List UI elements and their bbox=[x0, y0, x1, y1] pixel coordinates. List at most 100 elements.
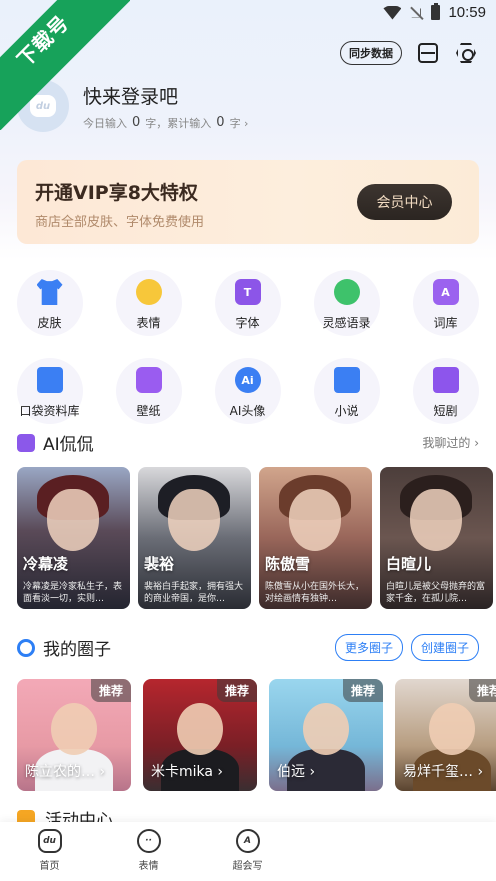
dictionary-icon: A bbox=[432, 279, 459, 305]
feature-label: 小说 bbox=[334, 404, 359, 418]
circle-card[interactable]: 推荐 易烊千玺… › bbox=[395, 679, 496, 791]
feature-skin[interactable]: 皮肤 bbox=[0, 268, 99, 356]
circle-figure bbox=[51, 703, 97, 755]
circle-figure bbox=[303, 703, 349, 755]
circle-figure bbox=[429, 703, 475, 755]
circles-actions: 更多圈子 创建圈子 bbox=[327, 634, 479, 661]
status-time: 10:59 bbox=[448, 4, 486, 21]
circle-name: 伯远 › bbox=[277, 764, 316, 780]
character-desc: 裴裕白手起家，拥有强大的商业帝国，是你… bbox=[144, 582, 244, 604]
short-drama-icon bbox=[432, 367, 459, 393]
sync-data-button[interactable]: 同步数据 bbox=[340, 41, 402, 65]
character-card[interactable]: 陈傲雪 陈傲雪从小在国外长大，对绘画情有独钟… bbox=[259, 467, 372, 609]
character-card[interactable]: 裴裕 裴裕白手起家，拥有强大的商业帝国，是你… bbox=[138, 467, 251, 609]
character-name: 冷幕凌 bbox=[23, 555, 69, 573]
character-portrait bbox=[168, 489, 220, 551]
circles-header: 我的圈子 更多圈子 创建圈子 bbox=[17, 634, 479, 661]
no-signal-icon bbox=[409, 6, 423, 20]
ai-chat-header: AI侃侃 我聊过的 › bbox=[17, 430, 479, 455]
novel-icon bbox=[333, 367, 360, 393]
ai-character-cards: 冷幕凌 冷幕凌是冷家私生子，表面看淡一切，实则… 裴裕 裴裕白手起家，拥有强大的… bbox=[17, 467, 493, 609]
feature-label: AI头像 bbox=[229, 404, 266, 418]
emoji-face-icon: ·· bbox=[136, 829, 161, 853]
tab-home[interactable]: du 首页 bbox=[0, 822, 99, 881]
recommend-badge: 推荐 bbox=[216, 679, 257, 702]
circles-title: 我的圈子 bbox=[43, 640, 111, 660]
recommend-badge: 推荐 bbox=[468, 679, 496, 702]
feature-label: 壁纸 bbox=[136, 404, 161, 418]
feature-grid: 皮肤 表情 T 字体 灵感语录 A 词库 口袋资料库 壁纸 Ai AI头像 小说… bbox=[0, 268, 496, 444]
ribbon-text: 下载号 bbox=[12, 10, 74, 72]
character-portrait bbox=[410, 489, 462, 551]
character-portrait bbox=[47, 489, 99, 551]
circle-card[interactable]: 推荐 米卡mika › bbox=[143, 679, 257, 791]
feature-label: 口袋资料库 bbox=[19, 404, 80, 418]
character-name: 白暄儿 bbox=[386, 555, 432, 573]
character-card[interactable]: 冷幕凌 冷幕凌是冷家私生子，表面看淡一切，实则… bbox=[17, 467, 130, 609]
create-circle-button[interactable]: 创建圈子 bbox=[410, 634, 479, 661]
total-count: 0 bbox=[216, 115, 225, 130]
status-icons: 10:59 bbox=[383, 3, 486, 21]
battery-icon bbox=[431, 3, 441, 20]
circle-card[interactable]: 推荐 陈立农的… › bbox=[17, 679, 131, 791]
circle-card[interactable]: 推荐 伯远 › bbox=[269, 679, 383, 791]
recommend-badge: 推荐 bbox=[342, 679, 383, 702]
ai-chat-icon bbox=[17, 433, 35, 452]
character-name: 陈傲雪 bbox=[265, 555, 311, 573]
quote-chat-icon bbox=[333, 279, 360, 305]
feature-label: 词库 bbox=[433, 316, 458, 330]
member-center-button[interactable]: 会员中心 bbox=[357, 184, 452, 220]
wallpaper-icon bbox=[135, 367, 162, 393]
feature-label: 皮肤 bbox=[37, 316, 62, 330]
character-portrait bbox=[289, 489, 341, 551]
circle-name: 陈立农的… › bbox=[25, 764, 106, 780]
character-card[interactable]: 白暄儿 白暄儿是被父母抛弃的富家千金，在孤儿院… bbox=[380, 467, 493, 609]
character-desc: 陈傲雪从小在国外长大，对绘画情有独钟… bbox=[265, 582, 365, 604]
circle-figure bbox=[177, 703, 223, 755]
feature-label: 表情 bbox=[136, 316, 161, 330]
character-desc: 冷幕凌是冷家私生子，表面看淡一切，实则… bbox=[23, 582, 123, 604]
tab-label: 首页 bbox=[39, 861, 60, 872]
app-screen: 10:59 下载号 同步数据 du 快来登录吧 今日输入 0 字，累计输入 0 … bbox=[0, 0, 496, 881]
total-unit: 字 › bbox=[229, 116, 249, 130]
feature-emoji[interactable]: 表情 bbox=[99, 268, 198, 356]
feature-label: 短剧 bbox=[433, 404, 458, 418]
feature-row-1: 皮肤 表情 T 字体 灵感语录 A 词库 bbox=[0, 268, 496, 356]
recommend-badge: 推荐 bbox=[90, 679, 131, 702]
wifi-icon bbox=[383, 5, 402, 20]
circle-name: 米卡mika › bbox=[151, 764, 224, 780]
emoji-icon bbox=[135, 279, 162, 305]
today-count: 0 bbox=[132, 115, 141, 130]
character-name: 裴裕 bbox=[144, 555, 175, 573]
vip-banner[interactable]: 开通VIP享8大特权 商店全部皮肤、字体免费使用 会员中心 bbox=[17, 160, 479, 244]
feature-quotes[interactable]: 灵感语录 bbox=[297, 268, 396, 356]
scan-icon[interactable] bbox=[416, 41, 440, 65]
super-write-icon: A bbox=[235, 829, 260, 853]
download-ribbon: 下载号 bbox=[0, 0, 130, 130]
feature-label: 字体 bbox=[235, 316, 260, 330]
ai-avatar-icon: Ai bbox=[234, 367, 261, 393]
folder-icon bbox=[36, 367, 63, 393]
settings-gear-icon[interactable] bbox=[454, 41, 478, 65]
font-icon: T bbox=[234, 279, 261, 305]
vip-subtitle: 商店全部皮肤、字体免费使用 bbox=[35, 215, 205, 230]
more-circles-button[interactable]: 更多圈子 bbox=[334, 634, 403, 661]
character-desc: 白暄儿是被父母抛弃的富家千金，在孤儿院… bbox=[386, 582, 486, 604]
chatted-link[interactable]: 我聊过的 › bbox=[422, 434, 479, 451]
circle-icon bbox=[17, 638, 35, 657]
top-actions: 同步数据 bbox=[340, 41, 478, 65]
tab-super-write[interactable]: A 超会写 bbox=[198, 822, 297, 881]
bottom-tab-bar: du 首页 ·· 表情 A 超会写 bbox=[0, 822, 496, 881]
ai-chat-title: AI侃侃 bbox=[43, 435, 94, 455]
circle-name: 易烊千玺… › bbox=[403, 764, 484, 780]
feature-font[interactable]: T 字体 bbox=[198, 268, 297, 356]
today-unit: 字，累计输入 bbox=[145, 116, 212, 130]
tab-emoji[interactable]: ·· 表情 bbox=[99, 822, 198, 881]
tab-label: 表情 bbox=[138, 861, 159, 872]
ribbon-band: 下载号 bbox=[0, 0, 130, 130]
feature-dictionary[interactable]: A 词库 bbox=[396, 268, 495, 356]
vip-title: 开通VIP享8大特权 bbox=[35, 182, 198, 204]
home-logo-icon: du bbox=[37, 829, 62, 853]
feature-label: 灵感语录 bbox=[322, 316, 371, 330]
tab-label: 超会写 bbox=[232, 861, 263, 872]
